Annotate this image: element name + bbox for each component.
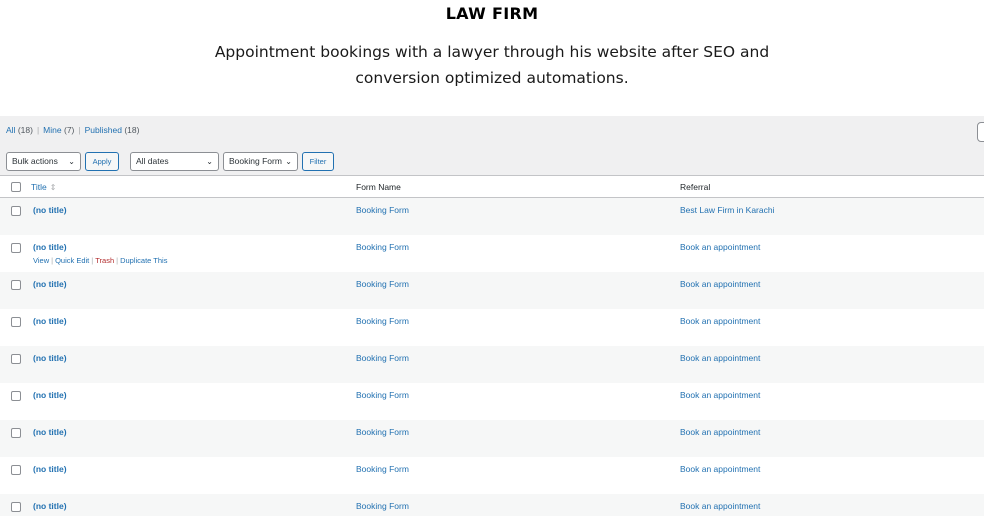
subtitle-line-1: Appointment bookings with a lawyer throu… [214,43,770,61]
row-title-link[interactable]: (no title) [33,316,67,326]
bulk-actions-label: Bulk actions [12,156,58,166]
row-referral-link[interactable]: Book an appointment [680,353,760,363]
row-referral-link[interactable]: Book an appointment [680,501,760,511]
table-row: (no title) Booking Form Book an appointm… [0,272,984,309]
row-checkbox[interactable] [11,243,21,253]
form-filter-label: Booking Form [229,156,282,166]
row-form-link[interactable]: Booking Form [356,464,409,474]
quick-edit-link[interactable]: Quick Edit [55,256,89,265]
chevron-down-icon: ⌄ [68,157,75,166]
chevron-down-icon: ⌄ [285,157,292,166]
view-filters: All (18) | Mine (7) | Published (18) [6,125,139,135]
column-header-referral: Referral [680,182,711,192]
row-title-link[interactable]: (no title) [33,427,67,437]
chevron-down-icon: ⌄ [206,157,213,166]
row-referral-link[interactable]: Book an appointment [680,390,760,400]
row-title-link[interactable]: (no title) [33,501,67,511]
dates-filter-label: All dates [136,156,169,166]
row-form-link[interactable]: Booking Form [356,353,409,363]
page-subtitle: Appointment bookings with a lawyer throu… [0,39,984,91]
table-row: (no title) Booking Form Book an appointm… [0,235,984,272]
row-checkbox[interactable] [11,428,21,438]
table-row: (no title) Booking Form Book an appointm… [0,420,984,457]
table-row: (no title) Booking Form Book an appointm… [0,383,984,420]
row-referral-link[interactable]: Best Law Firm in Karachi [680,205,774,215]
table-row: (no title) Booking Form Book an appointm… [0,494,984,516]
row-title-link[interactable]: (no title) [33,390,67,400]
row-form-link[interactable]: Booking Form [356,316,409,326]
duplicate-link[interactable]: Duplicate This [120,256,167,265]
separator: | [36,125,40,135]
bulk-actions-select[interactable]: Bulk actions ⌄ [6,152,81,171]
row-title-link[interactable]: (no title) [33,205,67,215]
row-checkbox[interactable] [11,317,21,327]
row-checkbox[interactable] [11,465,21,475]
row-form-link[interactable]: Booking Form [356,501,409,511]
apply-button[interactable]: Apply [85,152,119,171]
row-checkbox[interactable] [11,354,21,364]
separator: | [78,125,81,135]
filter-button[interactable]: Filter [302,152,334,171]
select-all-checkbox[interactable] [11,182,21,192]
row-actions: View | Quick Edit | Trash | Duplicate This [33,256,167,265]
page-title: LAW FIRM [445,4,539,23]
subtitle-line-2: conversion optimized automations. [355,69,629,87]
admin-list-screen: All (18) | Mine (7) | Published (18) Bulk ac… [0,116,984,516]
view-link[interactable]: View [33,256,49,265]
row-referral-link[interactable]: Book an appointment [680,279,760,289]
row-form-link[interactable]: Booking Form [356,242,409,252]
row-referral-link[interactable]: Book an appointment [680,427,760,437]
separator: | [116,256,119,265]
row-checkbox[interactable] [11,391,21,401]
table-header: Title ⇕ Form Name Referral [0,175,984,198]
row-form-link[interactable]: Booking Form [356,427,409,437]
row-checkbox[interactable] [11,280,21,290]
row-checkbox[interactable] [11,206,21,216]
posts-table: Title ⇕ Form Name Referral (no title) Boo… [0,175,984,516]
row-referral-link[interactable]: Book an appointment [680,316,760,326]
row-title-link[interactable]: (no title) [33,242,67,252]
column-header-form-name: Form Name [356,182,401,192]
row-title-link[interactable]: (no title) [33,464,67,474]
row-referral-link[interactable]: Book an appointment [680,242,760,252]
row-form-link[interactable]: Booking Form [356,390,409,400]
search-input[interactable] [977,122,984,142]
sort-arrows-icon: ⇕ [49,183,57,192]
table-row: (no title) Booking Form Best Law Firm in… [0,198,984,235]
table-row: (no title) Booking Form Book an appointm… [0,457,984,494]
column-header-title[interactable]: Title ⇕ [31,182,56,192]
table-row: (no title) Booking Form Book an appointm… [0,309,984,346]
view-all-link[interactable]: All (18) [6,125,33,135]
trash-link[interactable]: Trash [95,256,114,265]
row-form-link[interactable]: Booking Form [356,205,409,215]
row-referral-link[interactable]: Book an appointment [680,464,760,474]
dates-filter-select[interactable]: All dates ⌄ [130,152,219,171]
row-checkbox[interactable] [11,502,21,512]
row-form-link[interactable]: Booking Form [356,279,409,289]
table-row: (no title) Booking Form Book an appointm… [0,346,984,383]
view-published-link[interactable]: Published (18) [85,125,140,135]
form-filter-select[interactable]: Booking Form ⌄ [223,152,298,171]
row-title-link[interactable]: (no title) [33,279,67,289]
separator: | [91,256,94,265]
row-title-link[interactable]: (no title) [33,353,67,363]
separator: | [51,256,54,265]
view-mine-link[interactable]: Mine (7) [43,125,74,135]
